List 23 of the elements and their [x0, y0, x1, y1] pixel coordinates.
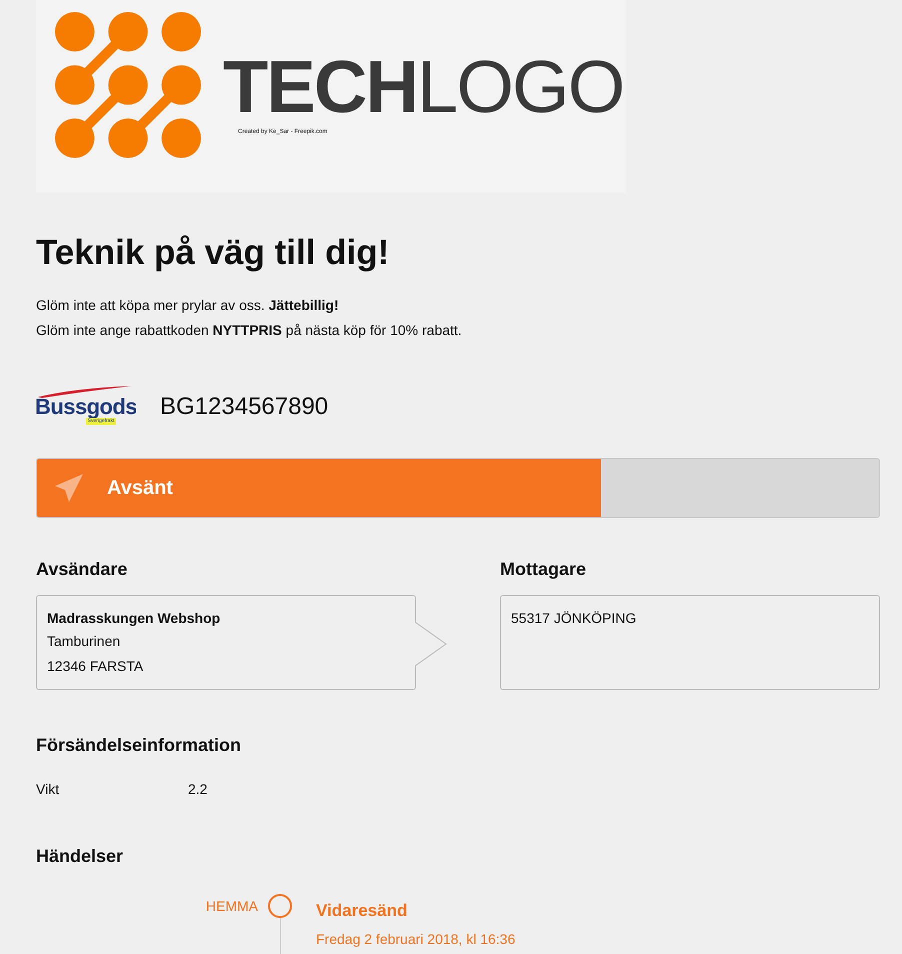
section-title: Försändelseinformation	[36, 734, 242, 757]
timeline-node	[268, 894, 292, 918]
info-label: Vikt	[36, 780, 60, 799]
event-place: HEMMA	[204, 896, 259, 916]
progress-label: Avsänt	[107, 476, 173, 501]
event-time: Fredag 2 februari 2018, kl 16:36	[316, 930, 516, 950]
paper-plane-icon	[53, 472, 85, 504]
address-line: 12346 FARSTA	[47, 656, 144, 676]
logo-mark-icon	[53, 10, 203, 160]
section-title: Avsändare	[36, 558, 128, 581]
section-title: Händelser	[36, 844, 124, 868]
address-line: Tamburinen	[47, 632, 122, 651]
intro-text: Glöm inte ange rabattkoden NYTTPRIS på nästa köp för 10% rabatt.	[36, 320, 463, 340]
sender-name: Madrasskungen Webshop	[47, 608, 222, 628]
section-title: Mottagare	[500, 558, 588, 581]
page-heading: Teknik på väg till dig!	[36, 232, 390, 274]
address-line: 55317 JÖNKÖPING	[511, 608, 638, 628]
info-value: 2.2	[188, 780, 208, 799]
intro-text: Glöm inte att köpa mer prylar av oss. Jättebillig!	[36, 296, 340, 315]
logo-text: LOGO	[417, 50, 624, 124]
tracking-number: BG1234567890	[160, 392, 328, 422]
event-title: Vidaresänd	[316, 900, 408, 922]
logo-text: TECH	[223, 50, 418, 124]
